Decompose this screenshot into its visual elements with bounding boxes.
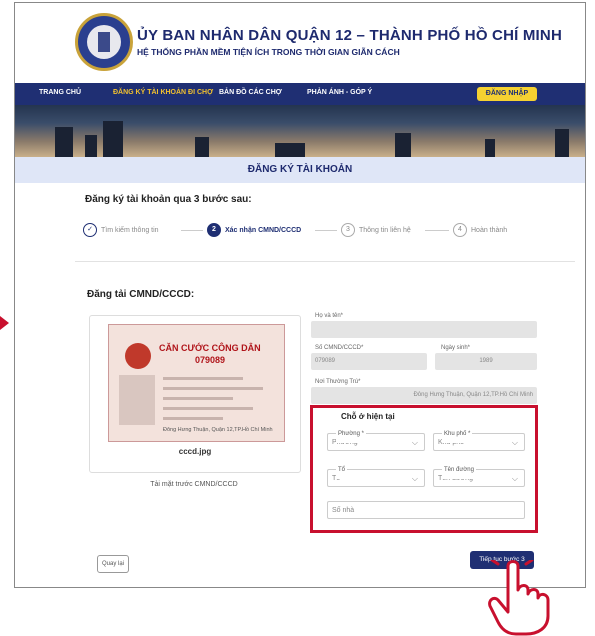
nav-item-market-map[interactable]: BẢN ĐỒ CÁC CHỢ (219, 89, 282, 96)
current-address-title: Chỗ ở hiện tại (341, 412, 395, 421)
site-subtitle: HỆ THỐNG PHẦN MỀM TIỆN ÍCH TRONG THỜI GI… (137, 47, 400, 57)
residence-label: Nơi Thường Trú* (315, 379, 361, 385)
ward-select[interactable]: Phường * Phường ⌵ (327, 425, 425, 451)
group-select[interactable]: Tổ Tổ ⌵ (327, 461, 425, 487)
id-upload-box[interactable]: CĂN CƯỚC CÔNG DÂN 079089 Đông Hưng Thuận… (89, 315, 301, 473)
id-number-field[interactable]: 079089 (311, 353, 427, 370)
chevron-down-icon: ⌵ (411, 438, 418, 447)
portrait-photo (119, 375, 155, 425)
step-search: ✓ Tìm kiếm thông tin (83, 223, 159, 237)
step-number: 4 (453, 223, 467, 237)
browser-screenshot: ỦY BAN NHÂN DÂN QUẬN 12 – THÀNH PHỐ HỒ C… (14, 2, 586, 588)
id-card-number: 079089 (195, 355, 226, 365)
card-title: ĐĂNG KÝ TÀI KHOẢN (15, 157, 585, 183)
pointer-arrow-icon (0, 316, 9, 330)
chevron-down-icon: ⌵ (511, 474, 518, 483)
back-button[interactable]: Quay lại (97, 555, 129, 573)
upload-title: Đăng tải CMND/CCCD: (87, 289, 195, 300)
divider (75, 261, 575, 262)
house-number-input[interactable]: Số nhà (327, 501, 525, 519)
id-number-label: Số CMND/CCCD* (315, 345, 364, 351)
step-verify-id: 2 Xác nhận CMND/CCCD (207, 223, 301, 237)
residence-field[interactable]: Đông Hưng Thuận, Quận 12,TP.Hồ Chí Minh (311, 387, 537, 404)
step-label: Tìm kiếm thông tin (101, 226, 159, 234)
group-label: Tổ (336, 461, 348, 479)
id-card-image: CĂN CƯỚC CÔNG DÂN 079089 Đông Hưng Thuận… (108, 324, 285, 442)
step-number: 3 (341, 223, 355, 237)
nav-item-home[interactable]: TRANG CHỦ (39, 89, 81, 96)
nav-item-register[interactable]: ĐĂNG KÝ TÀI KHOẢN ĐI CHỢ (113, 89, 213, 96)
site-title: ỦY BAN NHÂN DÂN QUẬN 12 – THÀNH PHỐ HỒ C… (137, 27, 562, 44)
step-complete: 4 Hoàn thành (453, 223, 507, 237)
site-header: ỦY BAN NHÂN DÂN QUẬN 12 – THÀNH PHỐ HỒ C… (15, 3, 585, 83)
chevron-down-icon: ⌵ (511, 438, 518, 447)
step-contact: 3 Thông tin liên hệ (341, 223, 411, 237)
main-nav: TRANG CHỦ ĐĂNG KÝ TÀI KHOẢN ĐI CHỢ BẢN Đ… (15, 83, 585, 105)
dob-label: Ngày sinh* (441, 345, 471, 351)
dob-field[interactable]: 1989 (435, 353, 537, 370)
quarter-select[interactable]: Khu phố * Khu phố ⌵ (433, 425, 525, 451)
step-number: 2 (207, 223, 221, 237)
nav-item-feedback[interactable]: PHẢN ÁNH - GÓP Ý (307, 89, 372, 96)
city-banner-image (15, 105, 585, 157)
chevron-down-icon: ⌵ (411, 474, 418, 483)
id-card-address: Đông Hưng Thuận, Quận 12,TP.Hồ Chí Minh (163, 427, 273, 433)
upload-caption: Tải mặt trước CMND/CCCD (150, 481, 238, 488)
ward-label: Phường * (336, 425, 366, 443)
login-button[interactable]: ĐĂNG NHẬP (477, 87, 537, 101)
steps-title: Đăng ký tài khoản qua 3 bước sau: (85, 194, 252, 205)
file-name: cccd.jpg (178, 447, 212, 456)
fullname-label: Họ và tên* (315, 313, 344, 319)
district-logo-icon (75, 13, 133, 71)
id-card-title: CĂN CƯỚC CÔNG DÂN (159, 343, 261, 353)
fullname-field[interactable] (311, 321, 537, 338)
check-icon: ✓ (83, 223, 97, 237)
step-label: Hoàn thành (471, 226, 508, 234)
street-select[interactable]: Tên đường Tên đường ⌵ (433, 461, 525, 487)
step-label: Xác nhận CMND/CCCD (225, 226, 302, 234)
street-label: Tên đường (442, 461, 476, 479)
pointing-hand-icon (488, 560, 550, 636)
national-emblem-icon (125, 343, 151, 369)
step-label: Thông tin liên hệ (359, 226, 411, 234)
quarter-label: Khu phố * (442, 425, 473, 443)
